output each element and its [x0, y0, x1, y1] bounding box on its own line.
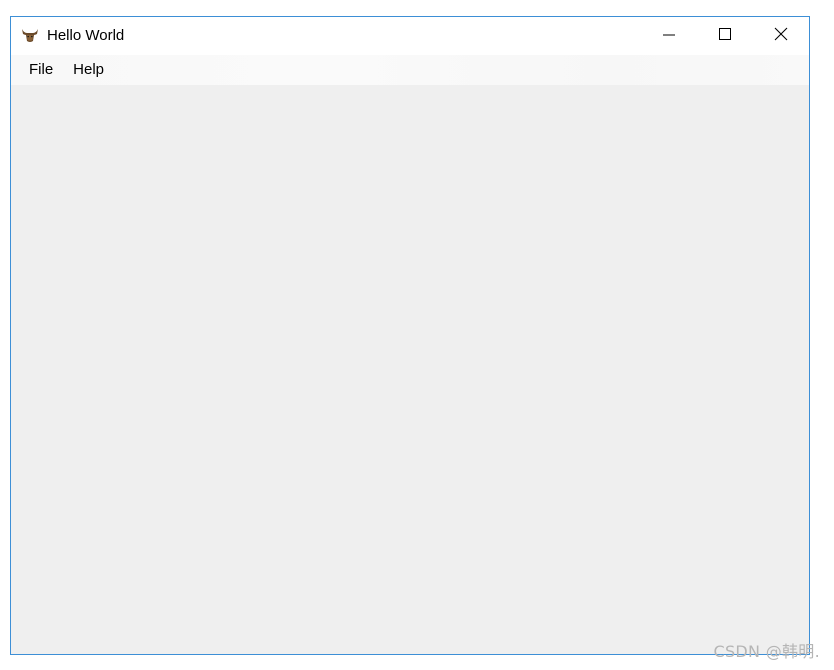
menu-help[interactable]: Help	[63, 56, 114, 84]
bull-head-icon	[21, 27, 39, 43]
app-window: Hello World File Help	[10, 16, 810, 655]
menu-bar: File Help	[11, 55, 809, 85]
close-icon	[774, 27, 788, 46]
minimize-button[interactable]	[641, 17, 697, 55]
maximize-icon	[719, 27, 731, 45]
screen: Hello World File Help CSDN @韩明.	[0, 0, 834, 670]
title-bar[interactable]: Hello World	[11, 17, 809, 55]
minimize-icon	[663, 27, 675, 45]
client-area	[11, 85, 809, 654]
close-button[interactable]	[753, 17, 809, 55]
menu-file[interactable]: File	[19, 56, 63, 84]
maximize-button[interactable]	[697, 17, 753, 55]
window-title: Hello World	[47, 27, 125, 44]
watermark: CSDN @韩明.	[713, 642, 820, 661]
